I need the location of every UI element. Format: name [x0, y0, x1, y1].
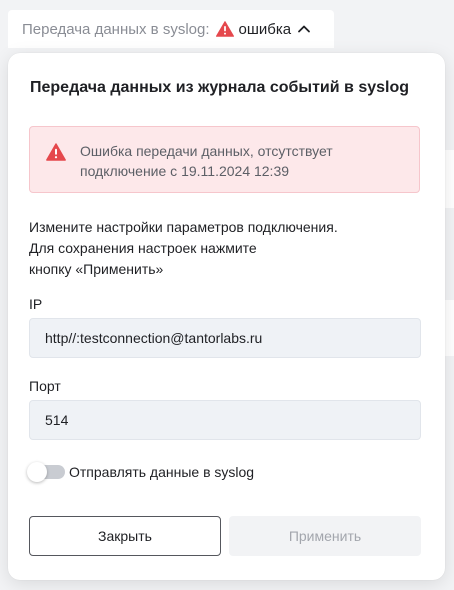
- syslog-status-value: ошибка: [238, 20, 292, 38]
- ip-field-label: IP: [29, 296, 43, 312]
- send-to-syslog-toggle-label: Отправлять данные в syslog: [69, 464, 255, 480]
- chevron-up-icon: [297, 24, 311, 34]
- apply-button[interactable]: Применить: [229, 516, 421, 556]
- ip-input[interactable]: [29, 318, 421, 358]
- error-alert: Ошибка передачи данных, отсутствует подк…: [29, 126, 420, 193]
- instructions-text: Измените настройки параметров подключени…: [29, 219, 338, 277]
- send-to-syslog-toggle[interactable]: [27, 462, 65, 482]
- warning-triangle-icon: [46, 143, 66, 161]
- close-button[interactable]: Закрыть: [29, 516, 221, 556]
- port-field-label: Порт: [29, 378, 61, 394]
- port-input[interactable]: [29, 400, 421, 440]
- error-alert-text: Ошибка передачи данных, отсутствует подк…: [80, 143, 333, 179]
- warning-triangle-icon: [215, 21, 234, 37]
- toggle-knob: [27, 462, 47, 482]
- syslog-status-label: Передача данных в syslog:: [22, 20, 210, 38]
- syslog-settings-popover: Передача данных из журнала событий в sys…: [8, 53, 445, 580]
- panel-title: Передача данных из журнала событий в sys…: [30, 79, 409, 96]
- send-to-syslog-toggle-row[interactable]: Отправлять данные в syslog: [27, 462, 255, 482]
- syslog-status-dropdown[interactable]: Передача данных в syslog: ошибка: [8, 10, 334, 48]
